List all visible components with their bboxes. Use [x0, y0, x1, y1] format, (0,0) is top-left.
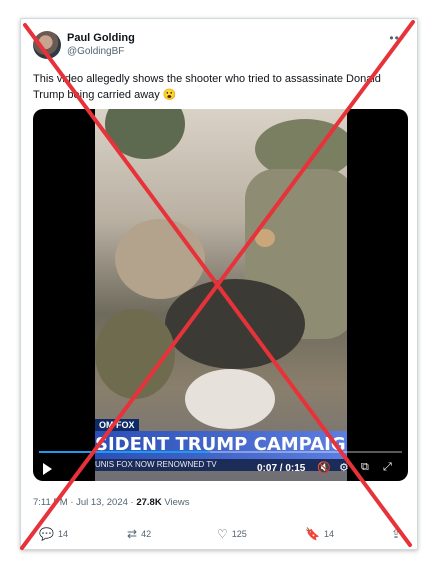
views-count: 27.8K [136, 497, 162, 508]
tweet-text: This video allegedly shows the shooter w… [33, 73, 381, 101]
tweet-meta: 7:11 PM · Jul 13, 2024 · 27.8K Views [33, 497, 190, 508]
reply-button[interactable]: 💬 14 [39, 527, 68, 541]
share-icon: ⇪ [391, 527, 402, 541]
repost-icon: ⇄ [127, 527, 138, 541]
volume-icon[interactable]: 🔇 [317, 461, 331, 474]
author-name[interactable]: Paul Golding [67, 32, 135, 44]
reply-icon: 💬 [39, 527, 54, 541]
video-time: 0:07 / 0:15 [257, 463, 306, 474]
bookmark-icon: 🔖 [305, 527, 320, 541]
settings-icon[interactable]: ⚙ [339, 461, 349, 474]
tweet-timestamp[interactable]: 7:11 PM · Jul 13, 2024 [33, 497, 128, 508]
bookmark-button[interactable]: 🔖 14 [305, 527, 334, 541]
play-icon[interactable] [43, 463, 52, 475]
author-handle[interactable]: @GoldingBF [67, 46, 124, 57]
like-icon: ♡ [217, 527, 228, 541]
avatar[interactable] [33, 31, 61, 59]
video-progress-bar[interactable] [39, 451, 402, 453]
fullscreen-icon[interactable]: ⤢ [383, 461, 392, 474]
action-bar: 💬 14 ⇄ 42 ♡ 125 🔖 14 ⇪ [33, 527, 407, 543]
views-label: Views [164, 497, 190, 508]
video-player[interactable]: OM FOX SIDENT TRUMP CAMPAIGNS IN UNIS FO… [33, 109, 408, 481]
like-button[interactable]: ♡ 125 [217, 527, 247, 541]
channel-tag: OM FOX [95, 419, 139, 431]
bookmark-count: 14 [323, 529, 334, 539]
repost-button[interactable]: ⇄ 42 [127, 527, 151, 541]
pip-icon[interactable]: ⧉ [361, 461, 369, 474]
reply-count: 14 [57, 529, 68, 539]
video-progress-fill [39, 451, 210, 453]
more-icon[interactable]: ••• [389, 31, 405, 45]
share-button[interactable]: ⇪ [391, 527, 401, 541]
video-controls: 0:07 / 0:15 🔇 ⚙ ⧉ ⤢ [33, 459, 408, 481]
like-count: 125 [231, 529, 247, 539]
video-frame: OM FOX SIDENT TRUMP CAMPAIGNS IN UNIS FO… [95, 109, 347, 481]
news-ticker: SIDENT TRUMP CAMPAIGNS IN [95, 431, 347, 459]
repost-count: 42 [141, 529, 152, 539]
tweet-card: Paul Golding @GoldingBF ••• This video a… [20, 18, 418, 550]
